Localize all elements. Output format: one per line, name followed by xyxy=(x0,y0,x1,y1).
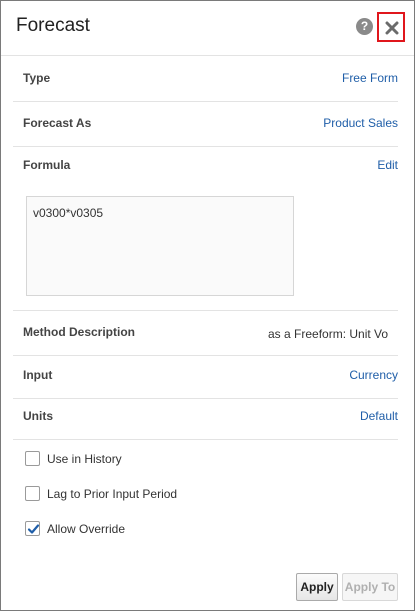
input-row: Input Currency xyxy=(13,353,398,399)
allow-override-checkbox[interactable] xyxy=(25,521,40,536)
forecast-as-value-link[interactable]: Product Sales xyxy=(323,116,398,130)
units-row: Units Default xyxy=(13,394,398,440)
forecast-as-label: Forecast As xyxy=(23,116,92,130)
dialog-title: Forecast xyxy=(16,15,90,36)
formula-row: Formula Edit xyxy=(13,143,398,188)
method-description-value: as a Freeform: Unit Vo xyxy=(268,327,389,341)
help-icon[interactable]: ? xyxy=(356,18,373,35)
forecast-dialog: Forecast ? Type Free Form Forecast As Pr… xyxy=(0,0,415,611)
use-in-history-checkbox[interactable] xyxy=(25,451,40,466)
formula-label: Formula xyxy=(23,158,71,172)
lag-to-prior-label: Lag to Prior Input Period xyxy=(47,487,178,501)
apply-to-button[interactable]: Apply To xyxy=(342,573,398,601)
forecast-as-row: Forecast As Product Sales xyxy=(13,101,398,147)
dialog-header: Forecast ? xyxy=(1,1,414,56)
units-value-link[interactable]: Default xyxy=(360,409,398,423)
checkmark-icon xyxy=(27,524,40,534)
use-in-history-label: Use in History xyxy=(47,452,122,466)
apply-button[interactable]: Apply xyxy=(296,573,338,601)
method-description-label: Method Description xyxy=(23,325,136,339)
close-icon xyxy=(385,21,399,35)
units-label: Units xyxy=(23,409,53,423)
formula-text: v0300*v0305 xyxy=(33,206,104,220)
allow-override-label: Allow Override xyxy=(47,522,126,536)
method-description-row: Method Description as a Freeform: Unit V… xyxy=(13,310,398,356)
input-label: Input xyxy=(23,368,53,382)
close-button[interactable] xyxy=(377,12,405,42)
formula-edit-link[interactable]: Edit xyxy=(377,158,398,172)
type-value-link[interactable]: Free Form xyxy=(342,71,398,85)
formula-divider xyxy=(13,265,398,311)
input-value-link[interactable]: Currency xyxy=(349,368,398,382)
type-label: Type xyxy=(23,71,51,85)
type-row: Type Free Form xyxy=(13,56,398,102)
method-description-value-container: as a Freeform: Unit Vo xyxy=(268,325,398,343)
lag-to-prior-checkbox[interactable] xyxy=(25,486,40,501)
